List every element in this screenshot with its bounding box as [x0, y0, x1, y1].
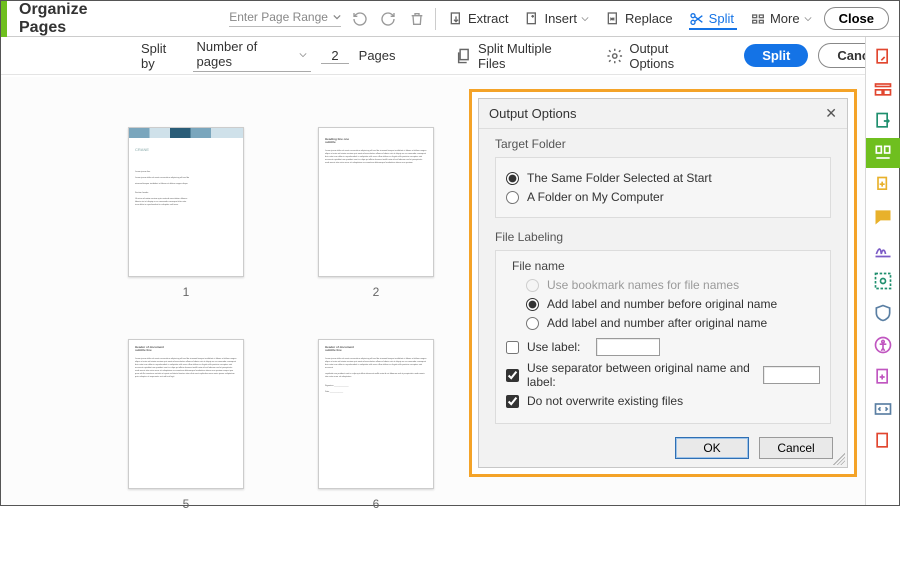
- replace-label: Replace: [625, 11, 673, 26]
- output-options-highlight: Output Options ✕ Target Folder The Same …: [469, 89, 857, 477]
- page-number: 6: [373, 497, 380, 511]
- split-multiple-label: Split Multiple Files: [478, 41, 580, 71]
- use-bookmark-label: Use bookmark names for file names: [547, 278, 739, 292]
- use-label-label: Use label:: [527, 340, 580, 354]
- page-range-input[interactable]: Enter Page Range: [229, 10, 341, 27]
- create-pdf-icon[interactable]: [873, 47, 893, 67]
- close-icon[interactable]: ✕: [825, 105, 837, 122]
- replace-button[interactable]: Replace: [601, 9, 677, 29]
- page-thumb[interactable]: Heading line onesubtitleLorem ipsum dolo…: [311, 127, 441, 299]
- page-number: 1: [183, 285, 190, 299]
- code-icon[interactable]: [873, 399, 893, 419]
- file-labeling-label: File Labeling: [495, 230, 831, 244]
- chevron-down-icon: [804, 11, 812, 26]
- target-choose-label: A Folder on My Computer: [527, 190, 664, 204]
- label-after-label: Add label and number after original name: [547, 316, 767, 330]
- chevron-down-icon: [299, 47, 307, 62]
- panel-icon[interactable]: [873, 79, 893, 99]
- use-label-checkbox[interactable]: Use label:: [506, 338, 820, 356]
- insert-label: Insert: [544, 11, 577, 26]
- split-options-bar: Split by Number of pages 2 Pages Split M…: [1, 37, 899, 75]
- label-after-radio[interactable]: Add label and number after original name: [526, 316, 820, 330]
- label-before-label: Add label and number before original nam…: [547, 297, 777, 311]
- pages-label: Pages: [359, 48, 396, 63]
- page-title: Organize Pages: [19, 1, 131, 37]
- extract-label: Extract: [468, 11, 508, 26]
- split-button[interactable]: Split: [685, 9, 738, 29]
- use-separator-checkbox[interactable]: Use separator between original name and …: [506, 361, 820, 389]
- no-overwrite-label: Do not overwrite existing files: [527, 394, 683, 408]
- combine-icon[interactable]: [873, 175, 893, 195]
- file-name-label: File name: [512, 259, 820, 273]
- output-options-button[interactable]: Output Options: [606, 41, 715, 71]
- target-same-radio[interactable]: The Same Folder Selected at Start: [506, 171, 820, 185]
- target-folder-group: The Same Folder Selected at Start A Fold…: [495, 157, 831, 218]
- rotate-cw-icon[interactable]: [378, 8, 399, 30]
- accessibility-icon[interactable]: [873, 335, 893, 355]
- no-overwrite-checkbox[interactable]: Do not overwrite existing files: [506, 394, 820, 408]
- page-number: 2: [373, 285, 380, 299]
- insert-button[interactable]: Insert: [520, 9, 593, 29]
- separator-text-input[interactable]: [763, 366, 820, 384]
- top-toolbar: Organize Pages Enter Page Range Extract …: [1, 1, 899, 37]
- file-labeling-group: File name Use bookmark names for file na…: [495, 250, 831, 424]
- target-same-label: The Same Folder Selected at Start: [527, 171, 712, 185]
- use-separator-label: Use separator between original name and …: [527, 361, 755, 389]
- comment-icon[interactable]: [873, 207, 893, 227]
- resize-grip[interactable]: [833, 453, 845, 465]
- rotate-ccw-icon[interactable]: [349, 8, 370, 30]
- page-thumb[interactable]: CRANELorem ipsum lineLorem ipsum dolor s…: [121, 127, 251, 299]
- target-choose-radio[interactable]: A Folder on My Computer: [506, 190, 820, 204]
- divider: [435, 8, 436, 30]
- page-number: 5: [183, 497, 190, 511]
- cancel-button[interactable]: Cancel: [759, 437, 833, 459]
- chevron-down-icon: [581, 11, 589, 26]
- active-underline: [689, 28, 737, 30]
- dialog-title: Output Options: [489, 106, 576, 121]
- redact-icon[interactable]: [873, 271, 893, 291]
- app-accent-bar: [1, 1, 7, 37]
- export-icon[interactable]: [873, 111, 893, 131]
- sign-icon[interactable]: [873, 239, 893, 259]
- split-confirm-button[interactable]: Split: [744, 44, 808, 67]
- protect-icon[interactable]: [873, 303, 893, 323]
- split-mode-select[interactable]: Number of pages: [193, 39, 312, 72]
- more-tool-icon[interactable]: [873, 431, 893, 451]
- organize-icon[interactable]: [866, 138, 900, 168]
- extract-button[interactable]: Extract: [444, 9, 512, 29]
- ok-button[interactable]: OK: [675, 437, 749, 459]
- page-thumb[interactable]: Header of documentsubtitle lineLorem ips…: [311, 339, 441, 511]
- use-bookmark-radio: Use bookmark names for file names: [526, 278, 820, 292]
- add-icon[interactable]: [873, 367, 893, 387]
- more-button[interactable]: More: [746, 9, 816, 29]
- more-label: More: [770, 11, 800, 26]
- output-options-label: Output Options: [629, 41, 714, 71]
- page-count-input[interactable]: 2: [321, 48, 348, 64]
- page-thumb[interactable]: Header of documentsubtitle lineLorem ips…: [121, 339, 251, 511]
- split-by-label: Split by: [141, 41, 183, 71]
- output-options-dialog: Output Options ✕ Target Folder The Same …: [478, 98, 848, 468]
- tools-rail: [865, 37, 899, 505]
- page-range-placeholder: Enter Page Range: [229, 10, 328, 24]
- split-label: Split: [709, 11, 734, 26]
- label-before-radio[interactable]: Add label and number before original nam…: [526, 297, 820, 311]
- split-multiple-button[interactable]: Split Multiple Files: [455, 41, 580, 71]
- split-mode-value: Number of pages: [197, 39, 294, 69]
- chevron-down-icon: [333, 10, 341, 24]
- label-text-input[interactable]: [596, 338, 660, 356]
- close-label: Close: [839, 11, 874, 26]
- target-folder-label: Target Folder: [495, 137, 831, 151]
- trash-icon[interactable]: [406, 8, 427, 30]
- close-button[interactable]: Close: [824, 7, 889, 30]
